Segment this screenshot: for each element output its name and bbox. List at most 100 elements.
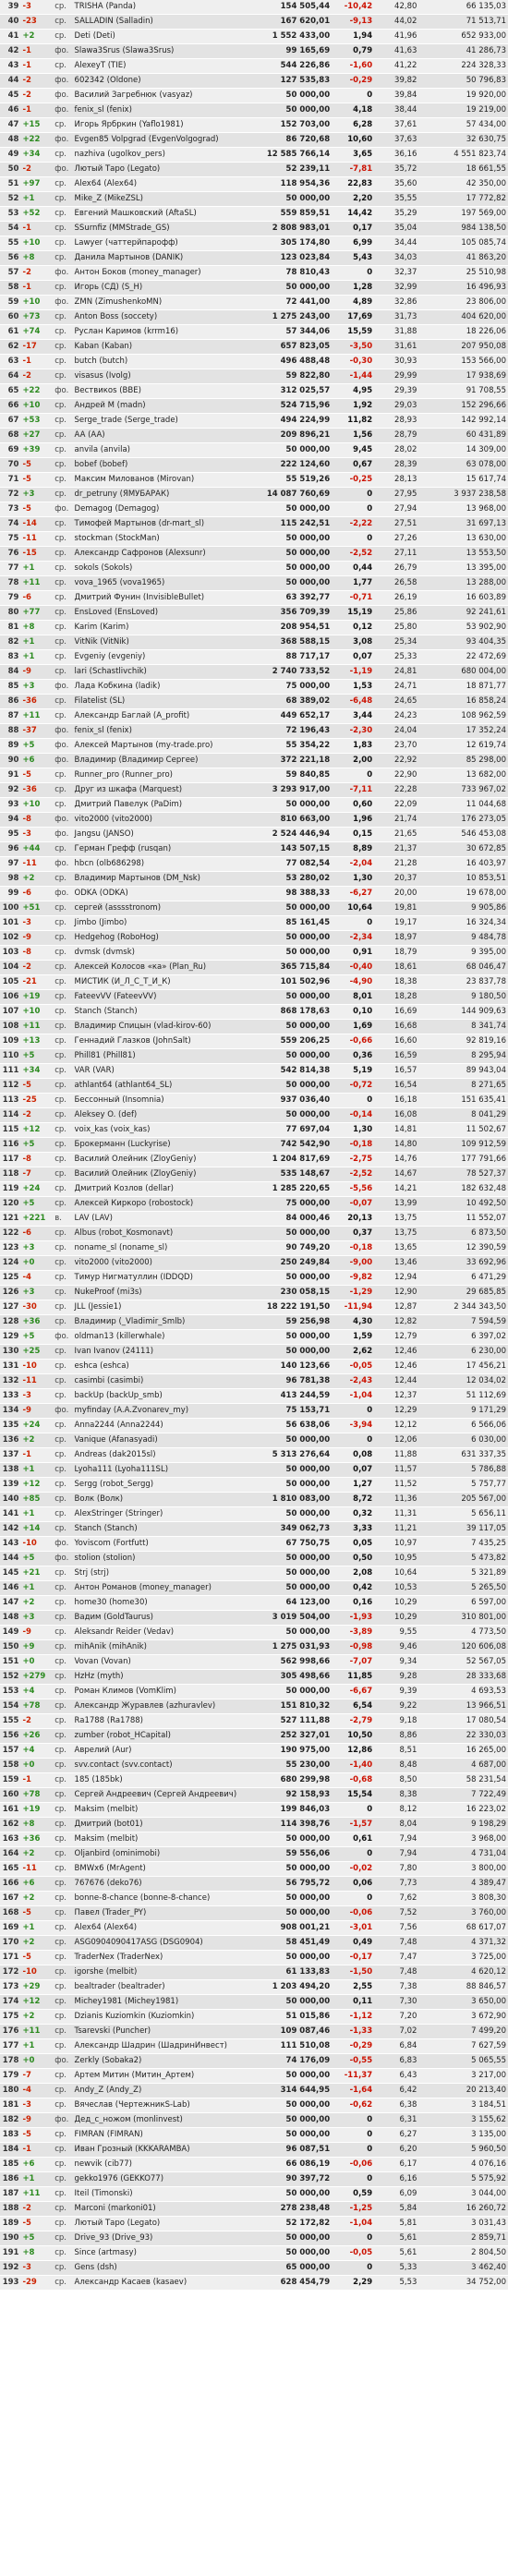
participant-name-cell[interactable]: fenix_sl (fenix)	[72, 103, 253, 118]
participant-name-cell[interactable]: vito2000 (vito2000)	[72, 1255, 253, 1271]
participant-name-cell[interactable]: Андрей М (madn)	[72, 398, 253, 414]
participant-name-cell[interactable]: Друг из шкафа (Marquest)	[72, 782, 253, 798]
participant-name-cell[interactable]: Максим Милованов (Mirovan)	[72, 472, 253, 488]
participant-name-cell[interactable]: BMWx6 (MrAgent)	[72, 1861, 253, 1877]
participant-name-cell[interactable]: Runner_pro (Runner_pro)	[72, 768, 253, 783]
participant-name-cell[interactable]: noname_sl (noname_sl)	[72, 1240, 253, 1256]
participant-name-cell[interactable]: 602342 (Oldone)	[72, 73, 253, 89]
participant-name-cell[interactable]: nazhiva (ugolkov_pers)	[72, 147, 253, 163]
participant-name-cell[interactable]: Александр Сафронов (Alexsunr)	[72, 546, 253, 562]
participant-name-cell[interactable]: МИСТИК (И_Л_С_Т_И_К)	[72, 974, 253, 990]
participant-name-cell[interactable]: dvmsk (dvmsk)	[72, 945, 253, 961]
participant-name-cell[interactable]: Slawa3Srus (Slawa3Srus)	[72, 43, 253, 59]
participant-name-cell[interactable]: Владимир (_Vladimir_Smlb)	[72, 1314, 253, 1330]
participant-name-cell[interactable]: visasus (Ivolg)	[72, 369, 253, 384]
participant-name-cell[interactable]: casimbi (casimbi)	[72, 1373, 253, 1389]
participant-name-cell[interactable]: gekko1976 (GEKKO77)	[72, 2171, 253, 2187]
participant-name-cell[interactable]: Demagog (Demagog)	[72, 502, 253, 517]
participant-name-cell[interactable]: svv.contact (svv.contact)	[72, 1758, 253, 1773]
participant-name-cell[interactable]: Aleksandr Reider (Vedav)	[72, 1625, 253, 1640]
participant-name-cell[interactable]: Jangsu (JANSO)	[72, 827, 253, 842]
participant-name-cell[interactable]: Ivan Ivanov (24111)	[72, 1344, 253, 1360]
participant-name-cell[interactable]: Oljanbird (ominimobi)	[72, 1846, 253, 1862]
participant-name-cell[interactable]: NukeProof (mi3s)	[72, 1285, 253, 1300]
participant-name-cell[interactable]: 185 (185bk)	[72, 1772, 253, 1788]
participant-name-cell[interactable]: Владимир (Владимир Сергее)	[72, 753, 253, 768]
participant-name-cell[interactable]: Andreas (dak2015sl)	[72, 1447, 253, 1463]
participant-name-cell[interactable]: Тимофей Мартынов (dr-mart_sl)	[72, 516, 253, 532]
participant-name-cell[interactable]: Иван Грозный (KKKARAMBA)	[72, 2142, 253, 2158]
participant-name-cell[interactable]: Бессонный (Insomnia)	[72, 1093, 253, 1108]
participant-name-cell[interactable]: Marconi (markoni01)	[72, 2201, 253, 2217]
participant-name-cell[interactable]: Вячеслав (ЧертежникS-Lab)	[72, 2098, 253, 2113]
participant-name-cell[interactable]: Василий Олейник (ZloyGeniy)	[72, 1152, 253, 1167]
participant-name-cell[interactable]: fenix_sl (fenix)	[72, 723, 253, 739]
participant-name-cell[interactable]: Василий Олейник (ZloyGeniy)	[72, 1167, 253, 1182]
participant-name-cell[interactable]: bealtrader (bealtrader)	[72, 1979, 253, 1995]
participant-name-cell[interactable]: Serge_trade (Serge_trade)	[72, 413, 253, 429]
participant-name-cell[interactable]: ZMN (ZimushenkoMN)	[72, 295, 253, 310]
participant-name-cell[interactable]: Герман Грефф (rusqan)	[72, 841, 253, 857]
participant-name-cell[interactable]: FIMRAN (FIMRAN)	[72, 2127, 253, 2143]
participant-name-cell[interactable]: Maksim (melbit)	[72, 1802, 253, 1818]
participant-name-cell[interactable]: Александр Журавлев (azhuravlev)	[72, 1699, 253, 1714]
participant-name-cell[interactable]: Антон Боков (money_manager)	[72, 265, 253, 281]
participant-name-cell[interactable]: Jimbo (Jimbo)	[72, 915, 253, 931]
participant-name-cell[interactable]: Лада Кобкина (ladik)	[72, 679, 253, 695]
participant-name-cell[interactable]: Lawyer (чаттерйпарофф)	[72, 236, 253, 251]
participant-name-cell[interactable]: ASG0904090417ASG (DSG0904)	[72, 1935, 253, 1951]
participant-name-cell[interactable]: dr_petruny (ЯМУБАРАК)	[72, 487, 253, 502]
participant-name-cell[interactable]: Karim (Karim)	[72, 620, 253, 635]
participant-name-cell[interactable]: Дмитрий Павелук (PaDim)	[72, 797, 253, 813]
participant-name-cell[interactable]: Since (artmasy)	[72, 2245, 253, 2261]
participant-name-cell[interactable]: Владимир Спицын (vlad-kirov-60)	[72, 1019, 253, 1034]
participant-name-cell[interactable]: Lyoha111 (Lyoha111SL)	[72, 1462, 253, 1478]
participant-name-cell[interactable]: Deti (Deti)	[72, 29, 253, 44]
participant-name-cell[interactable]: SALLADIN (Salladin)	[72, 14, 253, 30]
participant-name-cell[interactable]: EnsLoved (EnsLoved)	[72, 605, 253, 621]
participant-name-cell[interactable]: stockman (StockMan)	[72, 531, 253, 547]
participant-name-cell[interactable]: Александр Шадрин (ШадринИнвест)	[72, 2038, 253, 2054]
participant-name-cell[interactable]: butch (butch)	[72, 354, 253, 369]
participant-name-cell[interactable]: Evgen85 Volpgrad (EvgenVolgograd)	[72, 132, 253, 148]
participant-name-cell[interactable]: Phill81 (Phill81)	[72, 1048, 253, 1064]
participant-name-cell[interactable]: Dzianis Kuziomkin (Kuziomkin)	[72, 2009, 253, 2025]
participant-name-cell[interactable]: Anton Boss (soccety)	[72, 309, 253, 325]
participant-name-cell[interactable]: Gens (dsh)	[72, 2260, 253, 2276]
participant-name-cell[interactable]: Геннадий Глазков (JohnSalt)	[72, 1034, 253, 1049]
participant-name-cell[interactable]: Albus (robot_Kosmonavt)	[72, 1226, 253, 1241]
participant-name-cell[interactable]: Сергей Андреевич (Сергей Андреевич)	[72, 1787, 253, 1803]
participant-name-cell[interactable]: Alex64 (Alex64)	[72, 1920, 253, 1936]
participant-name-cell[interactable]: vova_1965 (vova1965)	[72, 575, 253, 591]
participant-name-cell[interactable]: TraderNex (TraderNex)	[72, 1950, 253, 1965]
participant-name-cell[interactable]: Hedgehog (RoboHog)	[72, 930, 253, 946]
participant-name-cell[interactable]: Евгений Машковский (AftaSL)	[72, 206, 253, 222]
participant-name-cell[interactable]: Павел (Trader_PY)	[72, 1905, 253, 1921]
participant-name-cell[interactable]: Maksim (melbit)	[72, 1832, 253, 1847]
participant-name-cell[interactable]: Алексей Мартынов (my-trade.pro)	[72, 738, 253, 754]
participant-name-cell[interactable]: Aleksey O. (def)	[72, 1107, 253, 1123]
participant-name-cell[interactable]: Michey1981 (Michey1981)	[72, 1994, 253, 2010]
participant-name-cell[interactable]: Волк (Волк)	[72, 1492, 253, 1507]
participant-name-cell[interactable]: Роман Климов (VomKlim)	[72, 1684, 253, 1699]
participant-name-cell[interactable]: HzHz (myth)	[72, 1669, 253, 1685]
participant-name-cell[interactable]: eshca (eshca)	[72, 1359, 253, 1374]
participant-name-cell[interactable]: oldman13 (killerwhale)	[72, 1329, 253, 1345]
participant-name-cell[interactable]: VitNik (VitNik)	[72, 635, 253, 650]
participant-name-cell[interactable]: Игорь Ярбркин (Yaflo1981)	[72, 117, 253, 133]
participant-name-cell[interactable]: Алексей Киркоро (robostock)	[72, 1196, 253, 1212]
participant-name-cell[interactable]: Дмитрий (bot01)	[72, 1817, 253, 1832]
participant-name-cell[interactable]: Stanch (Stanch)	[72, 1521, 253, 1537]
participant-name-cell[interactable]: anvila (anvila)	[72, 442, 253, 458]
participant-name-cell[interactable]: backUp (backUp_smb)	[72, 1388, 253, 1404]
participant-name-cell[interactable]: Filatelist (SL)	[72, 694, 253, 709]
participant-name-cell[interactable]: Alex64 (Alex64)	[72, 176, 253, 192]
participant-name-cell[interactable]: Дмитрий Фунин (InvisibleBullet)	[72, 590, 253, 606]
participant-name-cell[interactable]: Iteil (Timonski)	[72, 2186, 253, 2202]
participant-name-cell[interactable]: Александр Баглай (A_profit)	[72, 708, 253, 724]
participant-name-cell[interactable]: vito2000 (vito2000)	[72, 812, 253, 828]
participant-name-cell[interactable]: Алексей Колосов «ка» (Plan_Ru)	[72, 960, 253, 975]
participant-name-cell[interactable]: Лютый Таро (Legato)	[72, 2216, 253, 2231]
participant-name-cell[interactable]: Тимур Нигматуллин (IDDQD)	[72, 1270, 253, 1286]
participant-name-cell[interactable]: Yoviscom (Fortfutt)	[72, 1536, 253, 1552]
